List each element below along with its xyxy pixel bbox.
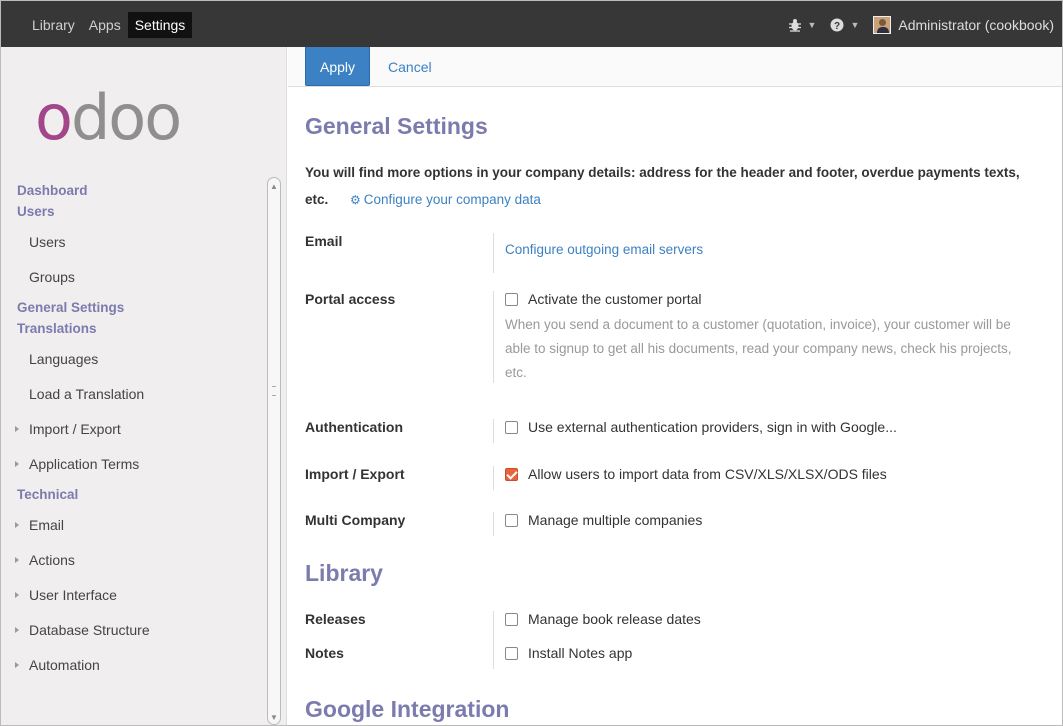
systray: ▼ ? ▼ Administrator (cookbook) xyxy=(774,12,1054,38)
sidebar-item-import-export[interactable]: Import / Export xyxy=(1,412,266,447)
multi-company-label: Multi Company xyxy=(305,512,406,528)
divider xyxy=(493,512,494,536)
releases-checkbox[interactable] xyxy=(505,613,518,626)
sidebar-section-general-settings[interactable]: General Settings xyxy=(1,297,266,318)
authentication-option-label: Use external authentication providers, s… xyxy=(528,419,897,435)
notes-option-label: Install Notes app xyxy=(528,645,633,661)
gears-icon: ⚙ xyxy=(350,193,361,207)
import-export-label: Import / Export xyxy=(305,466,405,482)
company-intro: You will find more options in your compa… xyxy=(305,159,1025,214)
sidebar-section-technical[interactable]: Technical xyxy=(1,484,266,505)
avatar xyxy=(873,16,892,34)
nav-apps[interactable]: Apps xyxy=(82,12,128,38)
sidebar-item-user-interface[interactable]: User Interface xyxy=(1,578,266,613)
portal-checkbox[interactable] xyxy=(505,293,518,306)
main-content: Apply Cancel General Settings You will f… xyxy=(288,47,1062,725)
configure-company-link[interactable]: Configure your company data xyxy=(364,192,541,207)
sidebar-section-dashboard[interactable]: Dashboard xyxy=(1,180,266,201)
sidebar-item-actions[interactable]: Actions xyxy=(1,543,266,578)
portal-label: Portal access xyxy=(305,291,396,307)
debug-menu[interactable]: ▼ xyxy=(788,18,817,32)
help-menu[interactable]: ? ▼ xyxy=(830,18,859,32)
configure-email-link[interactable]: Configure outgoing email servers xyxy=(505,242,703,257)
question-circle-icon: ? xyxy=(830,18,844,32)
scroll-grip-icon xyxy=(272,386,276,396)
section-title-library: Library xyxy=(305,560,383,586)
chevron-down-icon: ▼ xyxy=(807,20,817,30)
portal-option-label: Activate the customer portal xyxy=(528,291,702,307)
authentication-checkbox[interactable] xyxy=(505,421,518,434)
sidebar-item-users[interactable]: Users xyxy=(1,225,266,260)
scroll-down-icon: ▼ xyxy=(270,713,278,722)
notes-label: Notes xyxy=(305,645,344,661)
releases-option-label: Manage book release dates xyxy=(528,611,701,627)
multi-company-field: Manage multiple companies xyxy=(505,512,1025,528)
notes-checkbox[interactable] xyxy=(505,647,518,660)
svg-text:?: ? xyxy=(834,21,840,32)
email-label: Email xyxy=(305,233,343,249)
authentication-label: Authentication xyxy=(305,419,403,435)
releases-label: Releases xyxy=(305,611,366,627)
releases-field: Manage book release dates xyxy=(505,611,1025,627)
sidebar-item-email[interactable]: Email xyxy=(1,508,266,543)
section-title-general: General Settings xyxy=(305,113,488,139)
multi-company-checkbox[interactable] xyxy=(505,514,518,527)
app-menu: Library Apps Settings xyxy=(25,12,193,38)
divider xyxy=(493,291,494,383)
scroll-up-icon: ▲ xyxy=(270,182,278,191)
sidebar-section-translations[interactable]: Translations xyxy=(1,318,266,339)
chevron-down-icon: ▼ xyxy=(850,20,860,30)
import-export-option-label: Allow users to import data from CSV/XLS/… xyxy=(528,466,887,482)
import-export-field: Allow users to import data from CSV/XLS/… xyxy=(505,466,1025,482)
nav-library[interactable]: Library xyxy=(25,12,82,38)
sidebar-scrollbar[interactable]: ▲ ▼ xyxy=(267,177,281,725)
apply-button[interactable]: Apply xyxy=(305,47,371,86)
multi-company-option-label: Manage multiple companies xyxy=(528,512,703,528)
sidebar-item-load-a-translation[interactable]: Load a Translation xyxy=(1,377,266,412)
notes-field: Install Notes app xyxy=(505,645,1025,661)
top-navbar: Library Apps Settings ▼ ? ▼ Administrato… xyxy=(1,1,1062,47)
email-field: Configure outgoing email servers xyxy=(505,241,1025,257)
divider xyxy=(493,419,494,443)
sidebar-item-application-terms[interactable]: Application Terms xyxy=(1,447,266,482)
sidebar-menu: Dashboard Users Users Groups General Setting… xyxy=(1,180,266,683)
sidebar-section-users[interactable]: Users xyxy=(1,201,266,222)
sidebar: odoo Dashboard Users Users Groups General Se… xyxy=(1,47,287,725)
divider xyxy=(493,233,494,273)
nav-settings[interactable]: Settings xyxy=(127,12,193,38)
bug-icon xyxy=(788,19,801,32)
sidebar-item-groups[interactable]: Groups xyxy=(1,260,266,295)
odoo-logo[interactable]: odoo xyxy=(35,87,245,149)
user-name: Administrator (cookbook) xyxy=(898,17,1054,33)
section-title-google: Google Integration xyxy=(305,696,510,722)
authentication-field: Use external authentication providers, s… xyxy=(505,419,1025,435)
sidebar-item-database-structure[interactable]: Database Structure xyxy=(1,613,266,648)
sidebar-item-languages[interactable]: Languages xyxy=(1,342,266,377)
portal-field: Activate the customer portal When you se… xyxy=(505,291,1025,385)
divider xyxy=(493,466,494,490)
action-bar: Apply Cancel xyxy=(288,47,1062,87)
import-export-checkbox[interactable] xyxy=(505,468,518,481)
sidebar-item-automation[interactable]: Automation xyxy=(1,648,266,683)
divider xyxy=(493,611,494,669)
cancel-button[interactable]: Cancel xyxy=(388,59,432,75)
portal-help-text: When you send a document to a customer (… xyxy=(505,317,1012,380)
user-menu[interactable]: Administrator (cookbook) xyxy=(873,16,1054,34)
